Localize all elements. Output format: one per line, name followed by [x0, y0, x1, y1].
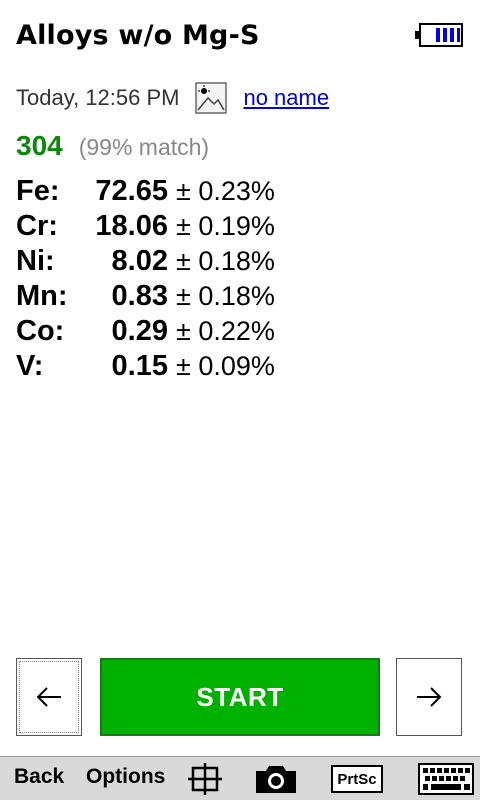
arrow-right-icon — [417, 687, 442, 707]
element-error: ± 0.18% — [176, 281, 275, 311]
element-list: Fe: 72.65 ± 0.23% Cr: 18.06 ± 0.19% Ni: … — [16, 175, 275, 385]
element-row: Cr: 18.06 ± 0.19% — [16, 210, 275, 245]
element-error: ± 0.09% — [176, 351, 275, 381]
element-value: 0.15 — [111, 350, 168, 382]
element-symbol: Co: — [16, 315, 65, 347]
element-value: 72.65 — [95, 175, 168, 207]
element-value: 0.83 — [111, 280, 168, 312]
keyboard-icon[interactable] — [418, 763, 474, 795]
element-value: 8.02 — [111, 245, 168, 277]
element-row: Fe: 72.65 ± 0.23% — [16, 175, 275, 210]
sample-name-link[interactable]: no name — [243, 85, 329, 111]
previous-button[interactable] — [16, 658, 82, 736]
battery-full-icon — [415, 23, 463, 47]
element-symbol: Ni: — [16, 245, 55, 277]
arrow-left-icon — [36, 687, 61, 707]
start-button[interactable]: START — [100, 658, 380, 736]
element-error: ± 0.19% — [176, 211, 275, 241]
element-row: Mn: 0.83 ± 0.18% — [16, 280, 275, 315]
match-percentage: (99% match) — [78, 134, 210, 160]
element-symbol: Cr: — [16, 210, 58, 242]
image-thumbnail-icon[interactable] — [195, 82, 228, 114]
print-screen-button[interactable]: PrtSc — [331, 765, 383, 793]
options-button[interactable]: Options — [86, 765, 165, 789]
element-symbol: V: — [16, 350, 44, 382]
element-row: Co: 0.29 ± 0.22% — [16, 315, 275, 350]
back-button[interactable]: Back — [14, 765, 64, 789]
element-value: 0.29 — [111, 315, 168, 347]
camera-icon[interactable] — [254, 763, 298, 795]
element-value: 18.06 — [95, 210, 168, 242]
element-symbol: Mn: — [16, 280, 68, 312]
alloy-grade: 304 — [16, 130, 63, 161]
element-symbol: Fe: — [16, 175, 60, 207]
next-button[interactable] — [396, 658, 462, 736]
element-row: V: 0.15 ± 0.09% — [16, 350, 275, 385]
crosshair-icon[interactable] — [188, 763, 222, 795]
timestamp: Today, 12:56 PM — [16, 85, 180, 110]
element-error: ± 0.23% — [176, 176, 275, 206]
element-row: Ni: 8.02 ± 0.18% — [16, 245, 275, 280]
page-title: Alloys w/o Mg-S — [16, 20, 260, 51]
meta-row: Today, 12:56 PM no name — [16, 82, 329, 114]
grade-row: 304 (99% match) — [16, 130, 209, 162]
element-error: ± 0.22% — [176, 316, 275, 346]
element-error: ± 0.18% — [176, 246, 275, 276]
bottom-toolbar: Back Options PrtSc — [0, 756, 480, 800]
